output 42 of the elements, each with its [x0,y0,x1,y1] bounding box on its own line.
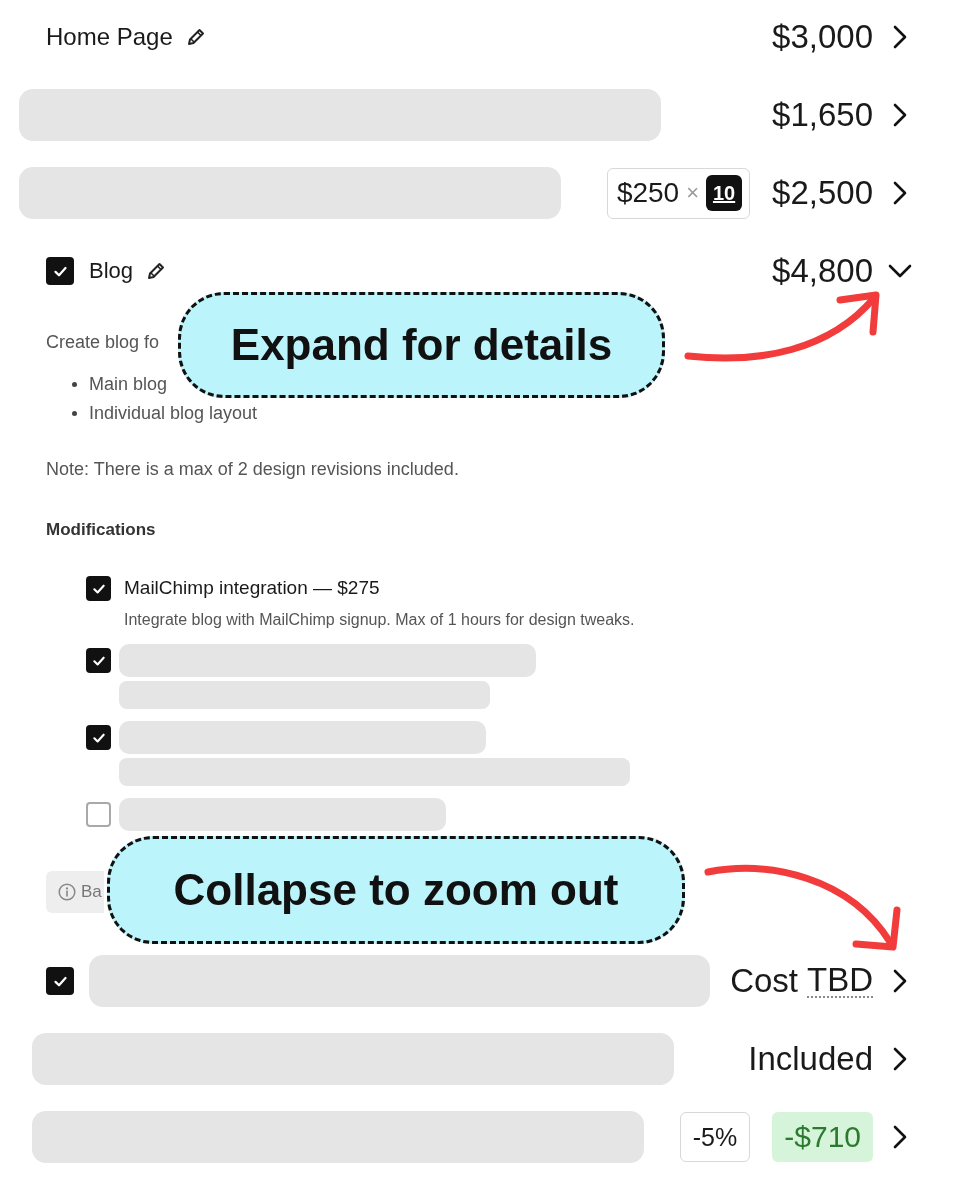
bullet-text: Individual blog layout [89,402,258,425]
checkbox[interactable] [46,967,74,995]
chevron-right-icon [893,25,907,49]
item-price: $4,800 [772,254,873,288]
bullet-icon [72,381,77,387]
cost-label: Cost [730,964,798,998]
annotation-callout: Collapse to zoom out [107,836,685,944]
chevron-down-icon [888,264,912,278]
checkbox[interactable] [86,576,111,601]
unit-price: $250 [616,177,680,209]
chevron-right-icon [893,1125,907,1149]
note-text: Note: There is a max of 2 design revisions included. [46,458,459,481]
item-price: Included [748,1042,873,1076]
multiply-sign: × [686,180,700,206]
description-text: Create blog fo [46,331,160,354]
chevron-right-icon [893,969,907,993]
bullet-text: Main blog [89,373,168,396]
bullet-icon [72,410,77,416]
item-title: Home Page [46,22,173,52]
discount-amount: -$710 [772,1112,873,1162]
item-price: $1,650 [772,98,873,132]
checkbox[interactable] [46,257,74,285]
info-icon [58,883,76,901]
annotation-callout: Expand for details [178,292,665,398]
info-text: Ba [81,882,102,902]
section-heading: Modifications [46,519,156,541]
quantity-badge[interactable]: 10 [706,175,743,211]
modification-description: Integrate blog with MailChimp signup. Max of 1 hours for design tweaks. [124,610,635,630]
chevron-right-icon [893,103,907,127]
modification-title: MailChimp integration — $275 [124,576,380,600]
checkbox[interactable] [86,802,111,827]
chevron-right-icon [893,181,907,205]
item-price: $2,500 [772,176,873,210]
tbd-abbreviation: TBD [807,964,873,998]
item-price: $3,000 [772,20,873,54]
discount-percent: -5% [679,1112,751,1162]
chevron-right-icon [893,1047,907,1071]
item-title: Blog [89,257,134,285]
checkbox[interactable] [86,725,111,750]
pencil-icon[interactable] [185,27,206,47]
checkbox[interactable] [86,648,111,673]
pencil-icon[interactable] [146,261,167,281]
